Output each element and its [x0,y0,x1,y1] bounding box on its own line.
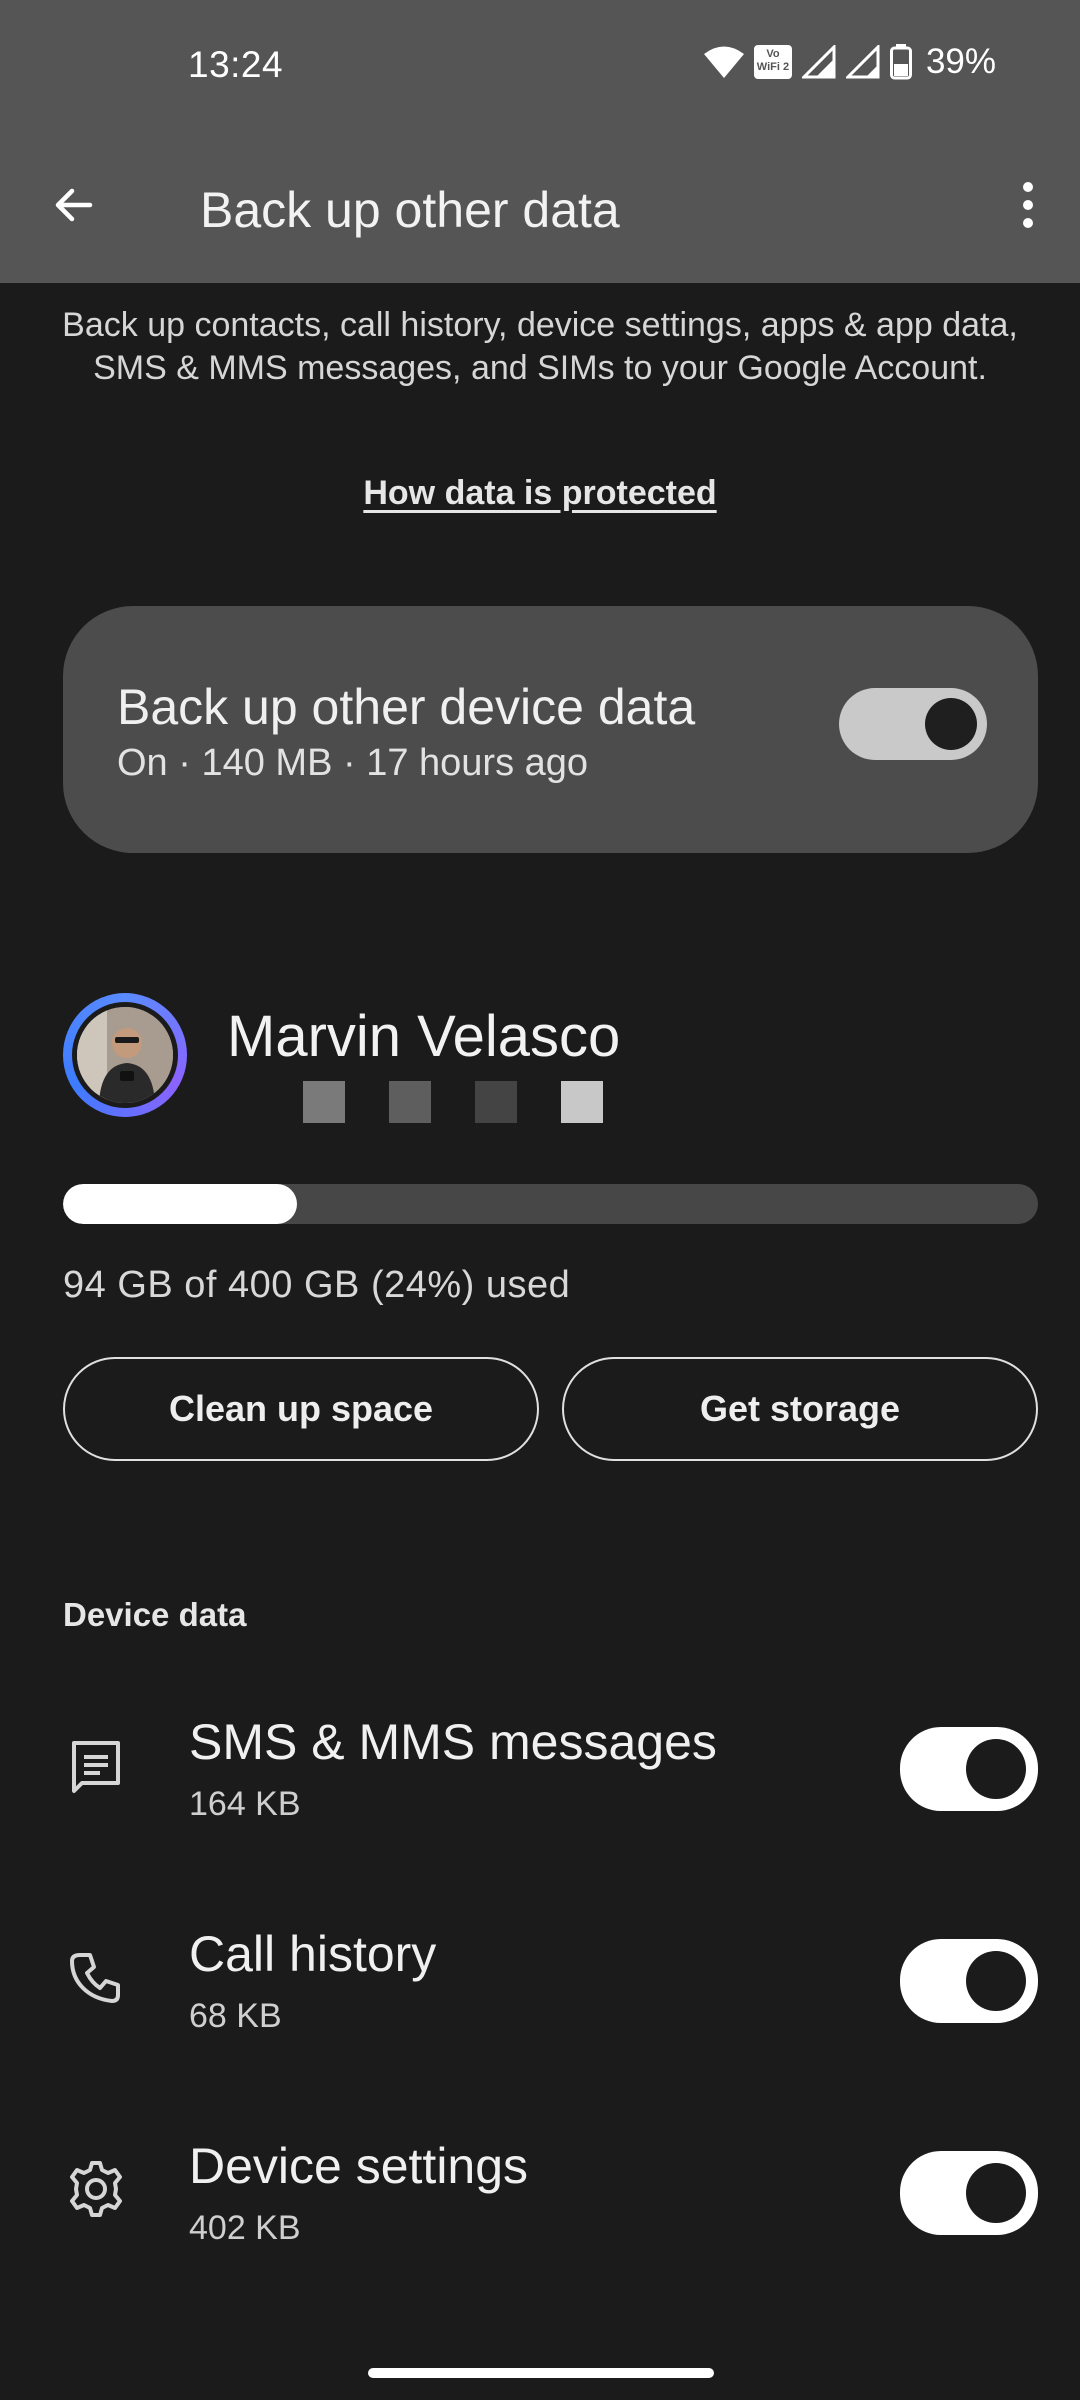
gear-icon [60,2153,132,2225]
color-dot [561,1081,603,1123]
app-bar: Back up other data [0,135,1080,283]
backup-card-title: Back up other device data [117,679,696,735]
storage-progress-bar [63,1184,1038,1224]
avatar-photo [77,1007,173,1103]
device-data-header: Device data [63,1596,247,1633]
list-item-title: Device settings [189,2138,529,2194]
status-time: 13:24 [188,44,284,85]
color-dot [389,1081,431,1123]
color-dot [303,1081,345,1123]
message-icon [60,1729,132,1801]
avatar [63,993,187,1117]
account-name: Marvin Velasco [227,1004,621,1069]
back-button[interactable] [38,169,110,241]
person-photo-icon [77,1007,173,1103]
clean-up-space-button[interactable]: Clean up space [63,1357,539,1461]
toggle-knob [966,1951,1026,2011]
phone-icon [60,1941,132,2013]
how-data-protected-link[interactable]: How data is protected [0,474,1080,513]
account-section: Marvin Velasco [63,993,1038,1123]
get-storage-button[interactable]: Get storage [562,1357,1038,1461]
status-icons: Vo WiFi 2 39% [703,42,996,82]
list-item-title: SMS & MMS messages [189,1714,717,1770]
backup-card-subtitle: On · 140 MB · 17 hours ago [117,742,589,784]
list-item-size: 402 KB [189,2209,301,2247]
list-item-device-settings[interactable]: Device settings 402 KB [0,2101,1080,2281]
toggle-knob [925,698,977,750]
vowifi-icon: Vo WiFi 2 [753,45,792,79]
gesture-nav-handle[interactable] [368,2368,714,2378]
status-bar: 13:24 Vo WiFi 2 39% [0,0,1080,135]
signal-icon [845,45,880,79]
toggle-knob [966,2163,1026,2223]
call-history-toggle[interactable] [900,1939,1038,2023]
battery-icon [889,44,912,80]
storage-progress-fill [63,1184,297,1224]
page-title: Back up other data [200,182,620,238]
intro-description: Back up contacts, call history, device s… [62,306,1018,387]
backup-device-data-toggle[interactable] [839,688,987,760]
backup-toggle-card[interactable]: Back up other device data On · 140 MB · … [63,606,1038,853]
list-item-sms-mms[interactable]: SMS & MMS messages 164 KB [0,1677,1080,1857]
storage-usage-text: 94 GB of 400 GB (24%) used [63,1264,571,1306]
device-settings-toggle[interactable] [900,2151,1038,2235]
arrow-back-icon [55,188,93,222]
wifi-icon [703,46,744,78]
toggle-knob [966,1739,1026,1799]
sms-mms-toggle[interactable] [900,1727,1038,1811]
more-options-button[interactable] [998,169,1058,241]
signal-icon [801,45,836,79]
battery-percent: 39% [925,42,996,81]
color-dot [475,1081,517,1123]
list-item-size: 164 KB [189,1785,301,1823]
more-vert-icon [1023,182,1033,228]
account-color-dots [303,1081,603,1123]
list-item-title: Call history [189,1926,437,1982]
list-item-size: 68 KB [189,1997,282,2035]
list-item-call-history[interactable]: Call history 68 KB [0,1889,1080,2069]
